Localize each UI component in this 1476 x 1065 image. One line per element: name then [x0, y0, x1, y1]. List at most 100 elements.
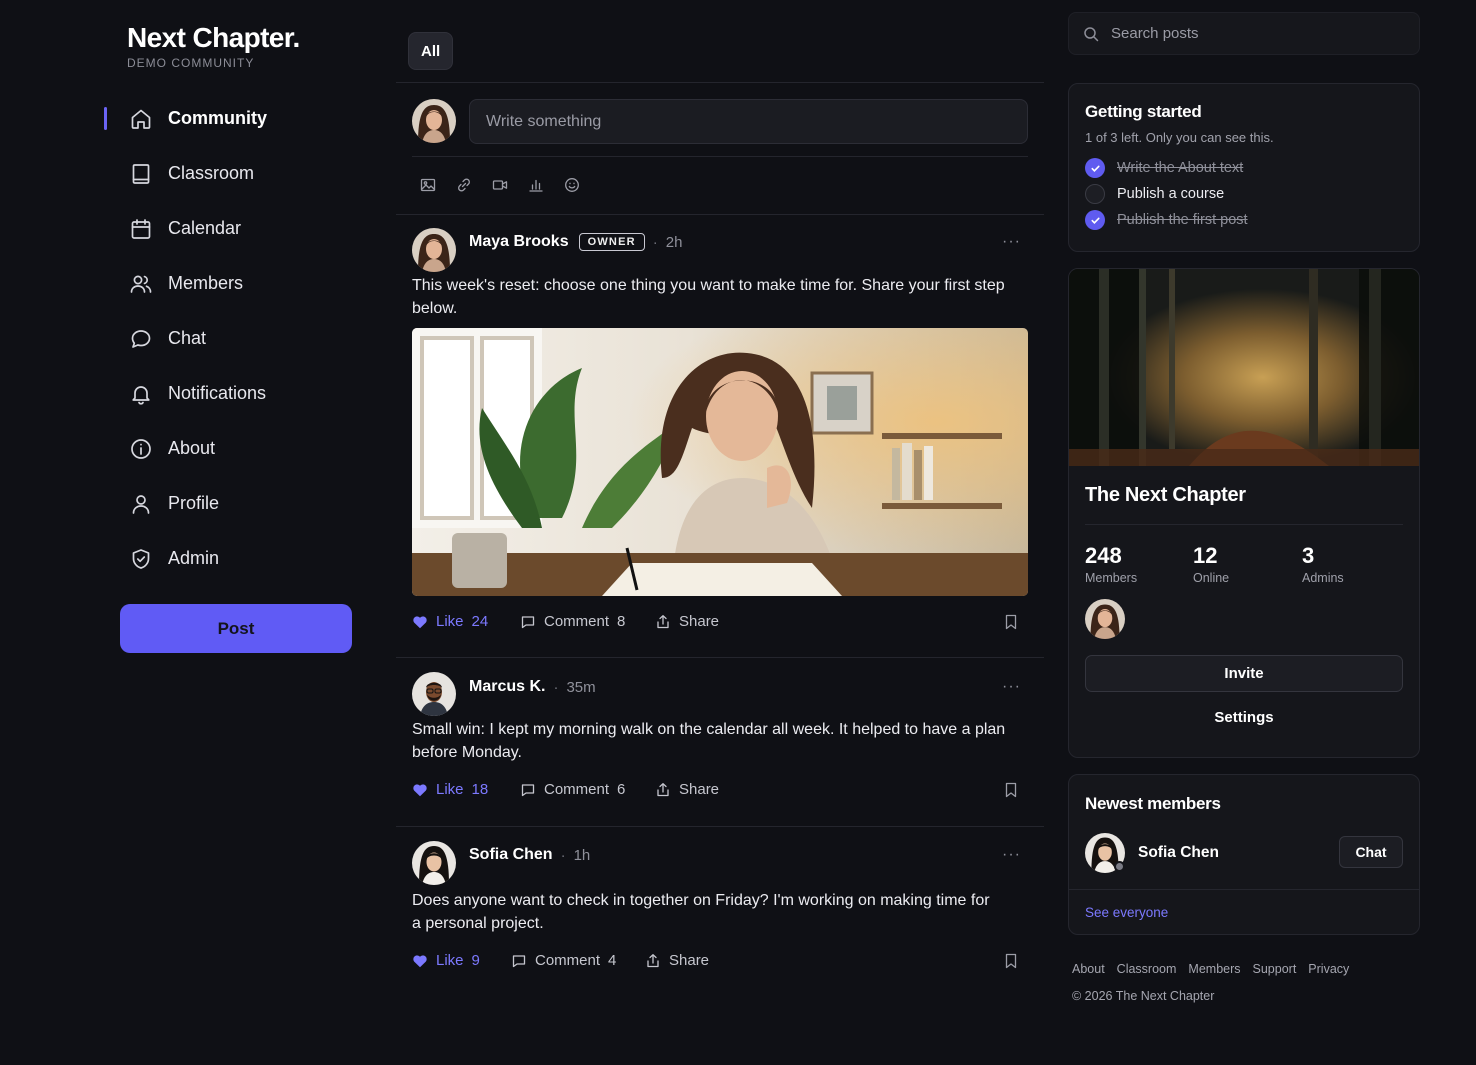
- member-row[interactable]: Sofia Chen: [1085, 833, 1219, 873]
- like-count: 18: [471, 781, 489, 798]
- sidebar-item-label: Classroom: [168, 163, 255, 183]
- comment-count: 6: [617, 781, 626, 798]
- heart-icon: [413, 954, 427, 967]
- post-image[interactable]: [412, 328, 1028, 596]
- stat-admins[interactable]: 3 Admins: [1302, 543, 1344, 585]
- post-actions: Like 24 Comment 8 Share: [412, 613, 1028, 633]
- heart-icon: [413, 615, 427, 628]
- divider: [396, 657, 1044, 658]
- share-label: Share: [669, 952, 710, 969]
- footer-link-classroom[interactable]: Classroom: [1117, 962, 1177, 976]
- user-icon: [132, 494, 150, 514]
- stat-members[interactable]: 248 Members: [1085, 543, 1193, 585]
- footer-link-about[interactable]: About: [1072, 962, 1105, 976]
- post-time: 1h: [573, 846, 591, 864]
- task-item[interactable]: Write the About text: [1085, 155, 1403, 181]
- comment-icon: [512, 954, 526, 967]
- more-options-icon[interactable]: ···: [1002, 678, 1021, 696]
- divider: [1069, 889, 1419, 890]
- link-icon[interactable]: [456, 177, 472, 193]
- composer-input[interactable]: [469, 99, 1028, 144]
- post-button[interactable]: Post: [120, 604, 352, 653]
- sidebar-nav: Community Classroom Calendar Members Cha…: [104, 91, 364, 586]
- author-name[interactable]: Maya Brooks: [469, 233, 569, 251]
- bookmark-icon[interactable]: [1004, 782, 1018, 798]
- author-name[interactable]: Marcus K.: [469, 678, 545, 696]
- stat-label: Admins: [1302, 571, 1344, 585]
- like-button[interactable]: Like 24: [412, 613, 488, 630]
- sidebar-item-label: Community: [168, 108, 267, 128]
- sidebar-item-admin[interactable]: Admin: [104, 531, 364, 586]
- comment-button[interactable]: Comment 4: [511, 952, 616, 969]
- composer-toolbar: [420, 177, 580, 193]
- video-icon[interactable]: [492, 177, 508, 193]
- card-title: Newest members: [1085, 794, 1221, 813]
- home-icon: [131, 109, 151, 129]
- task-item[interactable]: Publish a course: [1085, 181, 1403, 207]
- settings-button[interactable]: Settings: [1085, 699, 1403, 736]
- post-header: Maya Brooks OWNER · 2h: [469, 233, 682, 251]
- bookmark-icon[interactable]: [1004, 953, 1018, 969]
- search-input[interactable]: [1111, 25, 1401, 42]
- like-button[interactable]: Like 18: [412, 781, 488, 798]
- sidebar-item-classroom[interactable]: Classroom: [104, 146, 364, 201]
- brand[interactable]: Next Chapter. DEMO COMMUNITY: [127, 22, 300, 70]
- see-everyone-link[interactable]: See everyone: [1085, 905, 1168, 920]
- sidebar-item-profile[interactable]: Profile: [104, 476, 364, 531]
- sidebar-item-about[interactable]: About: [104, 421, 364, 476]
- comment-label: Comment: [544, 613, 610, 630]
- share-button[interactable]: Share: [655, 613, 719, 630]
- community-info: The Next Chapter 248 Members 12 Online 3…: [1069, 466, 1419, 736]
- footer-link-members[interactable]: Members: [1188, 962, 1240, 976]
- sidebar-item-calendar[interactable]: Calendar: [104, 201, 364, 256]
- avatar[interactable]: [412, 841, 456, 885]
- avatar[interactable]: [412, 99, 456, 143]
- post-time: 2h: [665, 233, 683, 251]
- like-button[interactable]: Like 9: [412, 952, 480, 969]
- sidebar-item-label: About: [168, 438, 216, 458]
- sidebar-item-notifications[interactable]: Notifications: [104, 366, 364, 421]
- search-bar[interactable]: [1068, 12, 1420, 55]
- info-icon: [131, 438, 151, 459]
- task-item[interactable]: Publish the first post: [1085, 207, 1403, 233]
- avatar[interactable]: [1085, 599, 1125, 639]
- bookmark-icon[interactable]: [1004, 614, 1018, 630]
- emoji-icon[interactable]: [564, 177, 580, 193]
- comment-button[interactable]: Comment 8: [520, 613, 625, 630]
- sidebar-item-chat[interactable]: Chat: [104, 311, 364, 366]
- stat-value: 3: [1302, 543, 1315, 568]
- chat-button[interactable]: Chat: [1339, 836, 1403, 868]
- tab-all[interactable]: All: [408, 32, 454, 70]
- card-subtitle: 1 of 3 left. Only you can see this.: [1085, 130, 1274, 145]
- more-options-icon[interactable]: ···: [1002, 233, 1021, 251]
- more-options-icon[interactable]: ···: [1002, 846, 1021, 864]
- comment-count: 4: [608, 952, 617, 969]
- image-icon[interactable]: [420, 177, 436, 193]
- author-name[interactable]: Sofia Chen: [469, 846, 553, 864]
- share-label: Share: [679, 613, 720, 630]
- poll-icon[interactable]: [528, 177, 544, 193]
- woman-writing-photo: [412, 328, 1028, 596]
- brand-title: Next Chapter.: [127, 22, 300, 53]
- stat-online[interactable]: 12 Online: [1193, 543, 1302, 585]
- share-label: Share: [679, 781, 720, 798]
- footer-link-support[interactable]: Support: [1253, 962, 1297, 976]
- copyright: © 2026 The Next Chapter: [1072, 989, 1215, 1003]
- separator: ·: [553, 678, 559, 696]
- comment-button[interactable]: Comment 6: [520, 781, 625, 798]
- check-icon: [1085, 158, 1105, 178]
- post-header: Marcus K. · 35m: [469, 678, 596, 696]
- share-button[interactable]: Share: [645, 952, 709, 969]
- post-actions: Like 18 Comment 6 Share: [412, 781, 1028, 801]
- card-title: Getting started: [1085, 102, 1202, 121]
- post-header: Sofia Chen · 1h: [469, 846, 590, 864]
- avatar[interactable]: [412, 672, 456, 716]
- shield-icon: [132, 548, 150, 569]
- share-button[interactable]: Share: [655, 781, 719, 798]
- footer-link-privacy[interactable]: Privacy: [1308, 962, 1349, 976]
- invite-button[interactable]: Invite: [1085, 655, 1403, 692]
- share-icon: [657, 614, 669, 628]
- avatar[interactable]: [412, 228, 456, 272]
- sidebar-item-community[interactable]: Community: [104, 91, 364, 146]
- sidebar-item-members[interactable]: Members: [104, 256, 364, 311]
